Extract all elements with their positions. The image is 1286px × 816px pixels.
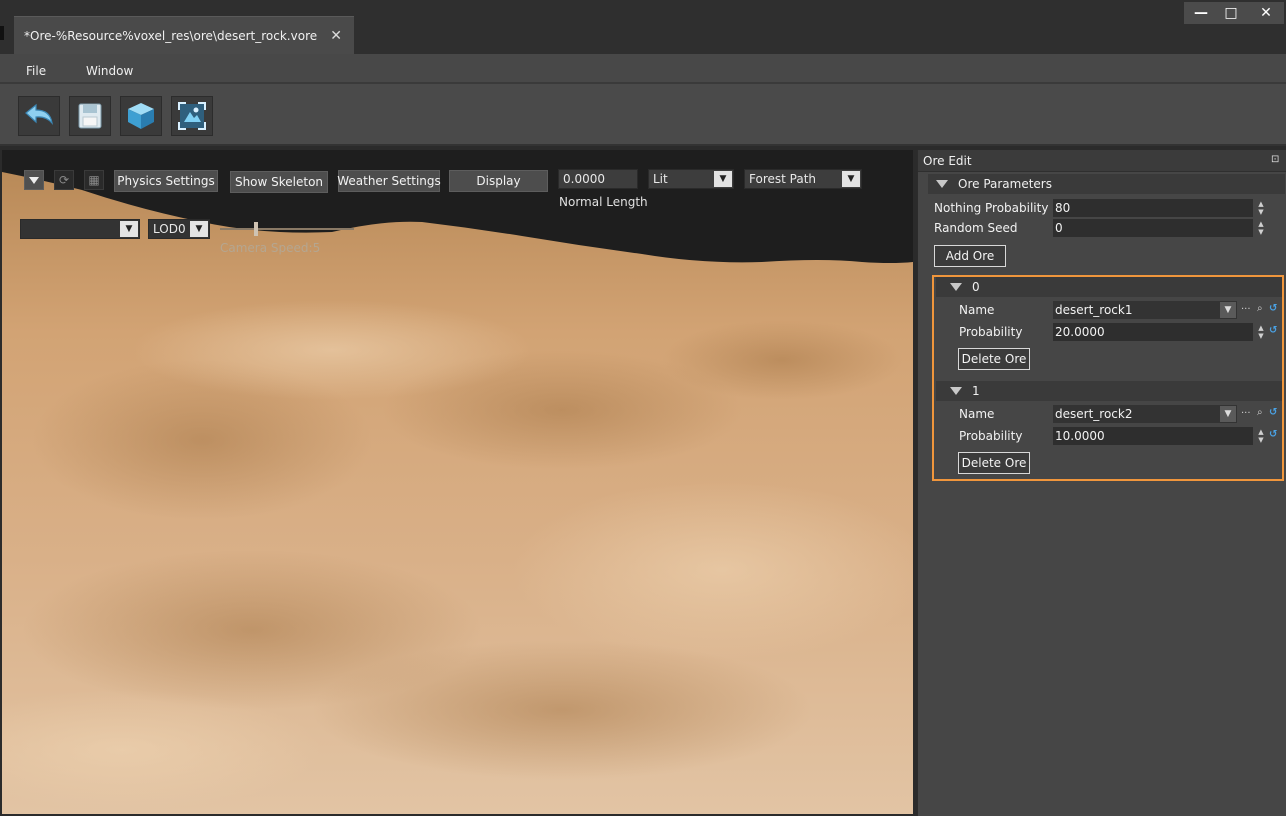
display-button[interactable]: Display (449, 170, 548, 192)
show-skeleton-button[interactable]: Show Skeleton (230, 171, 328, 193)
lod-value: LOD0 (153, 222, 186, 236)
search-icon[interactable]: ⌕ (1257, 303, 1263, 314)
save-icon (78, 103, 102, 129)
panel-title: Ore Edit (923, 154, 972, 168)
delete-ore-button[interactable]: Delete Ore (958, 348, 1030, 370)
ore-item-header[interactable]: 0 (936, 277, 1282, 297)
lighting-mode-value: Lit (653, 172, 668, 186)
ore-item-header[interactable]: 1 (936, 381, 1282, 401)
ore-name-label: Name (959, 303, 995, 317)
browse-icon[interactable]: ··· (1241, 408, 1251, 419)
tab-edge (0, 26, 4, 40)
browse-icon[interactable]: ··· (1241, 304, 1251, 315)
environment-select[interactable]: Forest Path ▼ (744, 169, 862, 189)
spinner-icon[interactable]: ▲ ▼ (1257, 323, 1265, 341)
spinner-icon[interactable]: ▲ ▼ (1257, 219, 1265, 237)
collapse-triangle-icon (950, 387, 962, 395)
undo-button[interactable] (18, 96, 60, 136)
terrain-render (2, 150, 913, 814)
ore-name-label: Name (959, 407, 995, 421)
model-button[interactable] (120, 96, 162, 136)
maximize-button[interactable]: □ (1214, 2, 1248, 24)
tab-close-icon[interactable]: ✕ (330, 28, 342, 44)
menu-bar: File Window (0, 54, 1286, 84)
ore-probability-input[interactable]: 20.0000 (1053, 323, 1253, 341)
collapse-triangle-icon (936, 180, 948, 188)
cube-icon (128, 103, 154, 129)
lod-select[interactable]: LOD0 ▼ (148, 219, 210, 239)
add-ore-button[interactable]: Add Ore (934, 245, 1006, 267)
3d-viewport[interactable]: ⟳ ▦ Physics Settings Show Skeleton Weath… (2, 150, 913, 814)
nothing-probability-label: Nothing Probability (934, 201, 1049, 215)
triangle-down-icon (29, 176, 39, 184)
chevron-down-icon: ▼ (1220, 302, 1236, 318)
ore-name-select[interactable]: desert_rock1 ▼ (1053, 301, 1237, 319)
toolbar (0, 84, 1286, 146)
refresh-icon: ⟳ (58, 173, 70, 187)
menu-file[interactable]: File (26, 64, 46, 78)
search-icon[interactable]: ⌕ (1257, 407, 1263, 418)
ore-edit-panel: Ore Edit ⊡ Ore Parameters Nothing Probab… (917, 150, 1286, 816)
ore-probability-label: Probability (959, 429, 1023, 443)
grid-toggle-button[interactable]: ▦ (84, 170, 104, 190)
ore-probability-input[interactable]: 10.0000 (1053, 427, 1253, 445)
reset-icon[interactable]: ↺ (1269, 429, 1277, 440)
reset-icon[interactable]: ↺ (1269, 303, 1277, 314)
ore-probability-label: Probability (959, 325, 1023, 339)
title-bar: *Ore-%Resource%voxel_res\ore\desert_rock… (0, 0, 1286, 54)
grid-icon: ▦ (88, 173, 100, 187)
normal-length-input[interactable]: 0.0000 (558, 169, 638, 189)
refresh-button[interactable]: ⟳ (54, 170, 74, 190)
camera-speed-label: Camera Speed:5 (220, 241, 321, 255)
camera-focus-icon (178, 102, 206, 130)
animation-select[interactable]: ▼ (20, 219, 140, 239)
ore-index-label: 1 (972, 384, 980, 398)
random-seed-label: Random Seed (934, 221, 1018, 235)
view-menu-button[interactable] (24, 170, 44, 190)
nothing-probability-input[interactable]: 80 (1053, 199, 1253, 217)
normal-length-label: Normal Length (559, 195, 648, 209)
menu-window[interactable]: Window (86, 64, 133, 78)
chevron-down-icon: ▼ (1220, 406, 1236, 422)
spinner-icon[interactable]: ▲ ▼ (1257, 199, 1265, 217)
ore-index-label: 0 (972, 280, 980, 294)
slider-handle[interactable] (254, 222, 258, 236)
undo-icon (25, 103, 53, 125)
focus-camera-button[interactable] (171, 96, 213, 136)
ore-name-select[interactable]: desert_rock2 ▼ (1053, 405, 1237, 423)
chevron-down-icon: ▼ (714, 171, 732, 187)
random-seed-input[interactable]: 0 (1053, 219, 1253, 237)
reset-icon[interactable]: ↺ (1269, 325, 1277, 336)
ore-parameters-header[interactable]: Ore Parameters (928, 174, 1285, 194)
camera-speed-slider[interactable] (220, 222, 354, 236)
document-tab[interactable]: *Ore-%Resource%voxel_res\ore\desert_rock… (14, 16, 354, 54)
delete-ore-button[interactable]: Delete Ore (958, 452, 1030, 474)
ore-parameters-label: Ore Parameters (958, 177, 1052, 191)
pin-icon[interactable]: ⊡ (1271, 154, 1283, 166)
physics-settings-button[interactable]: Physics Settings (114, 170, 218, 192)
ore-name-value: desert_rock1 (1055, 303, 1133, 317)
spinner-icon[interactable]: ▲ ▼ (1257, 427, 1265, 445)
close-window-button[interactable]: ✕ (1248, 2, 1284, 24)
tab-title: *Ore-%Resource%voxel_res\ore\desert_rock… (24, 28, 318, 43)
minimize-button[interactable]: — (1184, 2, 1218, 24)
chevron-down-icon: ▼ (190, 221, 208, 237)
lighting-mode-select[interactable]: Lit ▼ (648, 169, 734, 189)
weather-settings-button[interactable]: Weather Settings (337, 170, 441, 192)
panel-header: Ore Edit ⊡ (918, 150, 1286, 172)
reset-icon[interactable]: ↺ (1269, 407, 1277, 418)
ore-name-value: desert_rock2 (1055, 407, 1133, 421)
environment-value: Forest Path (749, 172, 817, 186)
chevron-down-icon: ▼ (120, 221, 138, 237)
save-button[interactable] (69, 96, 111, 136)
collapse-triangle-icon (950, 283, 962, 291)
chevron-down-icon: ▼ (842, 171, 860, 187)
